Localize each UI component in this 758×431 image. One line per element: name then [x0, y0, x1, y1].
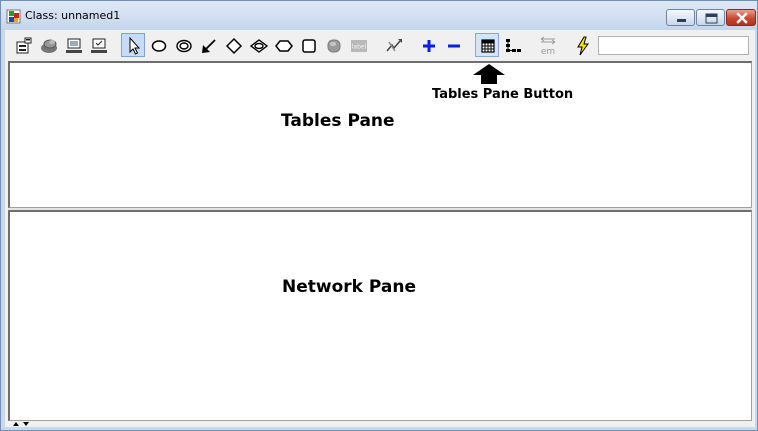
scroll-arrows-icon[interactable]: [11, 421, 35, 427]
maximize-button[interactable]: [696, 9, 725, 26]
stacked-disks-icon: [41, 39, 57, 53]
up-arrow-icon: [473, 64, 505, 84]
toolbar: label em: [5, 30, 755, 62]
client-area: label em Tables Pane Tables Pane Button …: [5, 30, 755, 427]
ellipse-icon: [151, 40, 167, 52]
diamond-icon: [225, 37, 243, 55]
open-button[interactable]: [36, 33, 60, 57]
em-button[interactable]: em: [535, 33, 559, 57]
search-input[interactable]: [598, 36, 749, 55]
pointer-icon: [129, 36, 141, 55]
close-icon: [736, 12, 748, 24]
tree-pane-button[interactable]: [500, 33, 524, 57]
diamond-node-button[interactable]: [221, 33, 245, 57]
ellipse-node-button[interactable]: [146, 33, 170, 57]
minimize-button[interactable]: [666, 9, 695, 26]
properties-button[interactable]: [11, 33, 35, 57]
double-ellipse-node-button[interactable]: [171, 33, 195, 57]
properties-icon: [16, 37, 32, 54]
minimize-icon: [677, 19, 686, 22]
double-diamond-node-button[interactable]: [246, 33, 270, 57]
hexagon-node-button[interactable]: [271, 33, 295, 57]
rectangle-node-button[interactable]: [296, 33, 320, 57]
hexagon-icon: [275, 40, 293, 52]
label-tool-button[interactable]: label: [346, 33, 370, 57]
minus-icon: [448, 44, 460, 48]
label-icon: label: [351, 40, 367, 52]
double-ellipse-icon: [176, 39, 192, 53]
tables-pane-button[interactable]: [475, 33, 499, 57]
title-bar[interactable]: Class: unnamed1: [1, 1, 757, 30]
grey-blob-icon: [327, 39, 341, 53]
svg-text:label: label: [352, 44, 367, 51]
window-title: Class: unnamed1: [25, 9, 121, 22]
rounded-square-icon: [302, 39, 316, 53]
monitor-icon: [66, 38, 82, 53]
grid-icon: [481, 39, 495, 53]
grey-node-button[interactable]: [321, 33, 345, 57]
tree-icon: [506, 39, 521, 52]
run-button[interactable]: [570, 33, 594, 57]
monitor-button-2[interactable]: [86, 33, 110, 57]
class-window: Class: unnamed1 label em Tables Pane Tab…: [0, 0, 758, 431]
em-arrows-icon: em: [540, 36, 556, 57]
lightning-arrow-icon: [386, 39, 402, 52]
arrow-icon: [202, 39, 216, 53]
monitor-icon: [91, 38, 107, 53]
maximize-icon: [705, 13, 718, 24]
eye-shape-icon: [249, 39, 269, 53]
network-pane-label: Network Pane: [282, 277, 416, 297]
close-button[interactable]: [726, 9, 756, 26]
plus-icon: [423, 40, 435, 52]
tables-pane-label: Tables Pane: [281, 111, 395, 131]
class-cube-icon: [6, 9, 21, 24]
collapse-button[interactable]: [441, 33, 465, 57]
svg-text:em: em: [541, 47, 555, 57]
tables-pane-button-annotation: Tables Pane Button: [432, 87, 574, 102]
monitor-button[interactable]: [61, 33, 85, 57]
expand-button[interactable]: [416, 33, 440, 57]
compile-button[interactable]: [381, 33, 405, 57]
tables-pane[interactable]: Tables Pane: [8, 61, 752, 208]
lightning-icon: [577, 36, 589, 56]
network-pane[interactable]: Network Pane: [8, 210, 752, 421]
select-tool-button[interactable]: [121, 33, 145, 57]
arc-tool-button[interactable]: [196, 33, 220, 57]
